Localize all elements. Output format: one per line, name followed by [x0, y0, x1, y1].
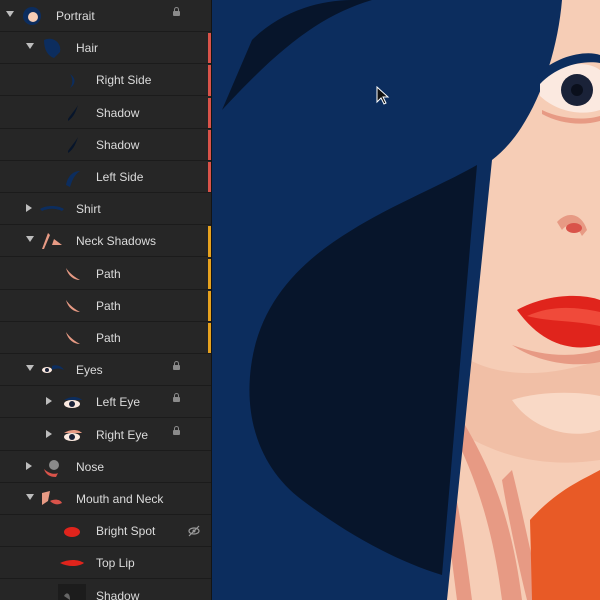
triangle-down-icon[interactable]	[26, 494, 34, 500]
layer-label: Shadow	[96, 105, 140, 120]
layer-row[interactable]: Hair	[0, 32, 211, 65]
layer-row[interactable]: Shadow	[0, 580, 211, 600]
path-thumbnail	[58, 294, 86, 318]
nostril	[566, 223, 582, 233]
cursor-icon	[376, 86, 390, 105]
layer-row[interactable]: Shadow	[0, 97, 211, 129]
canvas[interactable]	[212, 0, 600, 600]
layer-label: Mouth and Neck	[76, 492, 164, 506]
layer-row[interactable]: Neck Shadows	[0, 225, 211, 258]
shirt-thumbnail	[38, 197, 66, 221]
layer-row[interactable]: Shirt	[0, 193, 211, 226]
triangle-right-icon[interactable]	[26, 204, 32, 213]
bright-spot-thumbnail	[58, 519, 86, 543]
neck-shadows-thumbnail	[38, 229, 66, 253]
mouth-neck-thumbnail	[38, 487, 66, 511]
path-thumbnail	[58, 262, 86, 286]
color-tag-marker	[208, 97, 211, 128]
shadow-thumbnail	[58, 583, 86, 600]
layer-label: Eyes	[76, 363, 103, 378]
layer-label: Shadow	[96, 137, 140, 152]
hair-right-side-thumbnail	[58, 68, 86, 92]
layer-row[interactable]: Bright Spot	[0, 515, 211, 548]
layer-label: Nose	[76, 459, 105, 474]
layer-label: Shirt	[76, 202, 101, 217]
color-tag-marker	[208, 33, 211, 64]
color-tag-marker	[208, 258, 211, 289]
portrait-thumbnail	[18, 4, 46, 28]
layer-label: Shadow	[96, 588, 140, 600]
eye-hidden-icon[interactable]	[188, 525, 200, 537]
layers-panel: Portrait Hair Right Side Shadow Shadow Left S…	[0, 0, 212, 600]
lock-icon[interactable]	[173, 361, 180, 371]
layer-label: Left Side	[96, 170, 144, 184]
layer-row[interactable]: Shadow	[0, 129, 211, 161]
layer-label: Top Lip	[96, 556, 135, 571]
color-tag-marker	[208, 65, 211, 96]
layer-row[interactable]: Path	[0, 258, 211, 290]
layer-label: Bright Spot	[96, 524, 156, 539]
lock-icon[interactable]	[173, 425, 180, 435]
triangle-right-icon[interactable]	[46, 397, 52, 406]
layer-label: Portrait	[56, 9, 95, 23]
layer-label: Hair	[76, 41, 99, 56]
layer-label: Path	[96, 298, 121, 313]
hair-shadow-thumbnail	[58, 133, 86, 157]
eye-pupil	[571, 84, 583, 96]
hair-shadow-thumbnail	[58, 101, 86, 125]
triangle-down-icon[interactable]	[26, 365, 34, 372]
nose-thumbnail	[38, 455, 66, 479]
layer-label: Left Eye	[96, 395, 141, 410]
portrait-artwork	[212, 0, 600, 600]
path-thumbnail	[58, 326, 86, 350]
hair-thumbnail	[38, 36, 66, 60]
layer-label: Right Eye	[96, 427, 149, 442]
layer-row[interactable]: Left Side	[0, 161, 211, 193]
triangle-down-icon[interactable]	[6, 11, 14, 17]
layer-label: Right Side	[96, 73, 152, 88]
triangle-down-icon[interactable]	[26, 43, 34, 50]
triangle-right-icon[interactable]	[26, 461, 32, 470]
lock-icon[interactable]	[173, 7, 180, 16]
layer-row[interactable]: Left Eye	[0, 386, 211, 419]
layer-row[interactable]: Right Side	[0, 64, 211, 97]
color-tag-marker	[208, 129, 211, 160]
layer-row[interactable]: Portrait	[0, 0, 211, 32]
layer-row[interactable]: Eyes	[0, 354, 211, 387]
layer-row[interactable]: Right Eye	[0, 419, 211, 451]
hair-left-side-thumbnail	[58, 165, 86, 189]
color-tag-marker	[208, 323, 211, 354]
layer-label: Path	[96, 331, 121, 345]
layer-label: Neck Shadows	[76, 234, 157, 249]
color-tag-marker	[208, 290, 211, 321]
color-tag-marker	[208, 226, 211, 257]
layer-row[interactable]: Path	[0, 290, 211, 322]
lock-icon[interactable]	[173, 393, 180, 403]
layer-row[interactable]: Top Lip	[0, 547, 211, 580]
triangle-right-icon[interactable]	[46, 429, 52, 438]
layer-label: Path	[96, 266, 121, 281]
layer-row[interactable]: Nose	[0, 451, 211, 483]
layer-row[interactable]: Mouth and Neck	[0, 483, 211, 515]
left-eye-thumbnail	[58, 390, 86, 414]
eyes-thumbnail	[38, 358, 66, 382]
top-lip-thumbnail	[58, 551, 86, 575]
triangle-down-icon[interactable]	[26, 236, 34, 243]
right-eye-thumbnail	[58, 423, 86, 447]
color-tag-marker	[208, 162, 211, 193]
layer-row[interactable]: Path	[0, 322, 211, 354]
